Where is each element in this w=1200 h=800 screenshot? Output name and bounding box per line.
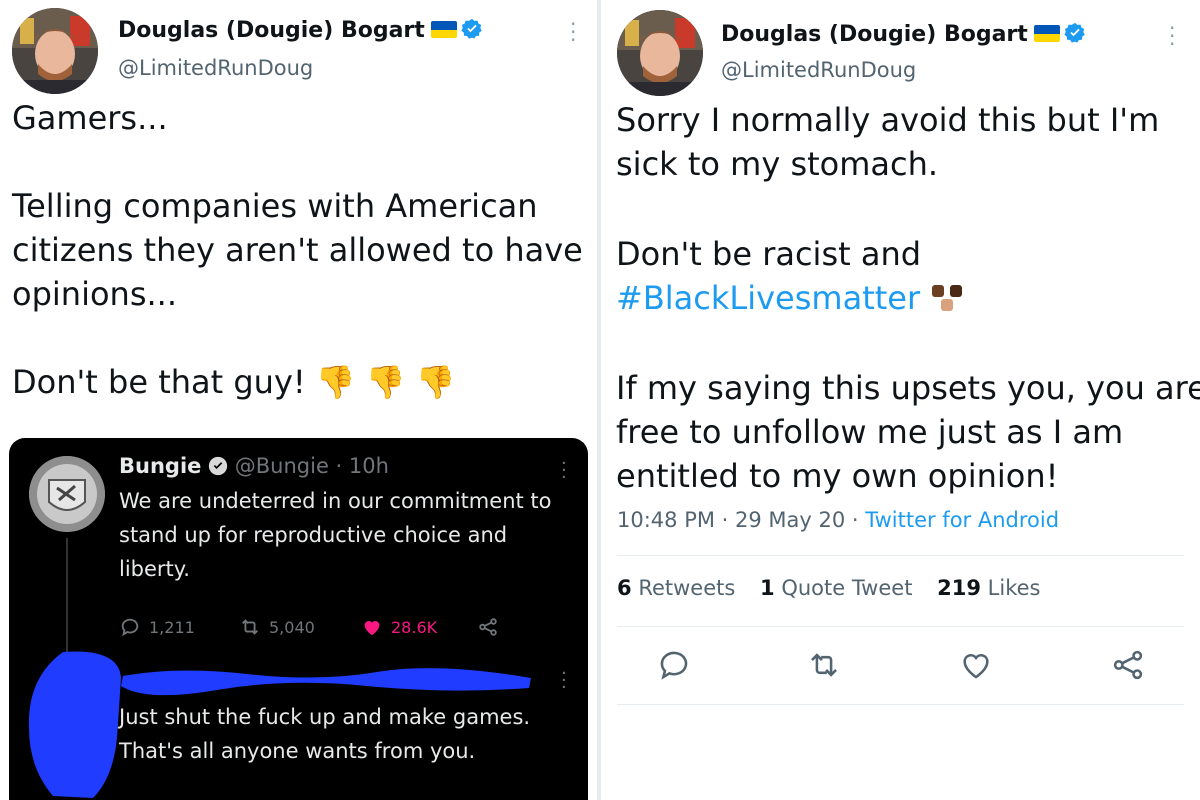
tweet-source-link[interactable]: Twitter for Android bbox=[865, 508, 1059, 532]
quoted-tweet-screenshot: Bungie @Bungie · 10h · · · We are undeterr… bbox=[9, 438, 588, 800]
quoted-author-name: Bungie bbox=[119, 454, 202, 478]
author-handle[interactable]: @LimitedRunDoug bbox=[118, 56, 313, 80]
author-name[interactable]: Douglas (Dougie) Bogart bbox=[721, 22, 1086, 47]
tweet-line: Sorry I normally avoid this but I'm bbox=[616, 101, 1160, 139]
engagement-stats: 6 Retweets 1 Quote Tweet 219 Likes bbox=[617, 576, 1058, 600]
likes-label: Likes bbox=[987, 576, 1041, 600]
like-count-text: 28.6K bbox=[391, 617, 438, 637]
tweet-line: If my saying this upsets you, you are bbox=[616, 369, 1200, 407]
quoted-line: We are undeterred in our commitment to bbox=[119, 489, 552, 513]
quoted-handle-time: @Bungie · 10h bbox=[234, 454, 389, 478]
tweet-line: free to unfollow me just as I am bbox=[616, 413, 1124, 451]
bungie-avatar bbox=[29, 456, 105, 532]
tweet-line: Telling companies with American bbox=[12, 187, 538, 225]
tweet-line-hashtag: #BlackLivesmatter bbox=[616, 276, 1200, 320]
verified-badge-icon bbox=[461, 18, 483, 40]
likes-stat[interactable]: 219 Likes bbox=[937, 576, 1040, 600]
quoted-tweet-text: We are undeterred in our commitment to s… bbox=[119, 484, 552, 586]
author-handle[interactable]: @LimitedRunDoug bbox=[721, 58, 916, 82]
share-icon bbox=[1113, 650, 1143, 680]
thumbs-down-emoji-icon: 👎👎👎 bbox=[315, 363, 466, 401]
reply-count-text: 1,211 bbox=[149, 617, 195, 637]
bungie-logo-icon bbox=[29, 456, 105, 532]
reply-line: That's all anyone wants from you. bbox=[119, 739, 476, 763]
hashtag-link[interactable]: #BlackLivesmatter bbox=[616, 279, 920, 317]
tweet-line: entitled to my own opinion! bbox=[616, 457, 1059, 495]
divider bbox=[617, 626, 1184, 627]
verified-badge-icon bbox=[208, 456, 228, 476]
divider bbox=[617, 555, 1184, 556]
heart-icon bbox=[963, 654, 989, 679]
retweets-stat[interactable]: 6 Retweets bbox=[617, 576, 735, 600]
retweet-count-text: 5,040 bbox=[269, 617, 315, 637]
retweet-count: 5,040 bbox=[239, 616, 315, 638]
tweet-metadata: 10:48 PM · 29 May 20 · Twitter for Andro… bbox=[617, 508, 1059, 532]
tweet-text: Sorry I normally avoid this but I'm sick… bbox=[616, 98, 1200, 498]
quoted-line: stand up for reproductive choice and bbox=[119, 523, 508, 547]
quoted-author: Bungie @Bungie · 10h bbox=[119, 454, 389, 478]
reply-icon bbox=[660, 651, 688, 680]
retweets-label: Retweets bbox=[638, 576, 736, 600]
author-name[interactable]: Douglas (Dougie) Bogart bbox=[118, 18, 483, 43]
raised-fists-emoji-icon bbox=[930, 281, 964, 315]
tweet-line: Gamers... bbox=[12, 99, 168, 137]
tweet-timestamp[interactable]: 10:48 PM · 29 May 20 · bbox=[617, 508, 865, 532]
tweet-text: Gamers... Telling companies with America… bbox=[12, 96, 583, 404]
redaction-scribble bbox=[28, 651, 121, 798]
author-name-text: Douglas (Dougie) Bogart bbox=[721, 22, 1028, 47]
redaction-scribble bbox=[121, 668, 531, 696]
reply-tweet-text: Just shut the fuck up and make games. Th… bbox=[119, 700, 530, 768]
share-button[interactable] bbox=[1111, 648, 1145, 682]
retweet-button[interactable] bbox=[807, 648, 841, 682]
likes-count: 219 bbox=[937, 576, 981, 600]
reply-count: 1,211 bbox=[119, 616, 195, 638]
tweet-line-text: Don't be that guy! bbox=[12, 363, 306, 401]
like-button[interactable] bbox=[959, 648, 993, 682]
thread-line bbox=[66, 538, 68, 663]
retweet-icon bbox=[811, 653, 837, 677]
left-tweet-panel: Douglas (Dougie) Bogart @LimitedRunDoug … bbox=[0, 0, 597, 800]
tweet-line: citizens they aren't allowed to have bbox=[12, 231, 583, 269]
avatar-image bbox=[12, 8, 98, 94]
verified-badge-icon bbox=[1064, 22, 1086, 44]
reply-icon bbox=[121, 618, 139, 637]
heart-filled-icon bbox=[364, 621, 380, 636]
divider bbox=[617, 704, 1184, 705]
author-avatar[interactable] bbox=[12, 8, 98, 94]
share-action bbox=[477, 616, 507, 638]
tweet-line: sick to my stomach. bbox=[616, 145, 939, 183]
tweet-line: Don't be racist and bbox=[616, 235, 922, 273]
share-icon bbox=[479, 618, 497, 636]
right-tweet-panel: Douglas (Dougie) Bogart @LimitedRunDoug … bbox=[601, 0, 1200, 800]
tweet-line-with-emoji: Don't be that guy! 👎👎👎 bbox=[12, 360, 583, 404]
more-vertical-icon: · · · bbox=[561, 663, 567, 698]
reply-line: Just shut the fuck up and make games. bbox=[119, 705, 531, 729]
avatar-image bbox=[617, 10, 703, 96]
quote-tweets-stat[interactable]: 1 Quote Tweet bbox=[760, 576, 912, 600]
quoted-line: liberty. bbox=[119, 557, 190, 581]
quotes-label: Quote Tweet bbox=[781, 576, 913, 600]
ukraine-flag-icon bbox=[1033, 25, 1060, 42]
author-name-text: Douglas (Dougie) Bogart bbox=[118, 18, 425, 43]
more-vertical-icon[interactable]: · · · bbox=[1169, 18, 1175, 54]
more-vertical-icon[interactable]: · · · bbox=[570, 14, 576, 50]
like-count: 28.6K bbox=[361, 616, 437, 638]
tweet-action-bar bbox=[601, 640, 1200, 690]
author-avatar[interactable] bbox=[617, 10, 703, 96]
more-vertical-icon: · · · bbox=[561, 453, 567, 488]
reply-button[interactable] bbox=[657, 648, 691, 682]
retweet-icon bbox=[242, 619, 258, 635]
quotes-count: 1 bbox=[760, 576, 775, 600]
retweets-count: 6 bbox=[617, 576, 632, 600]
tweet-line: opinions... bbox=[12, 275, 177, 313]
ukraine-flag-icon bbox=[430, 21, 457, 38]
